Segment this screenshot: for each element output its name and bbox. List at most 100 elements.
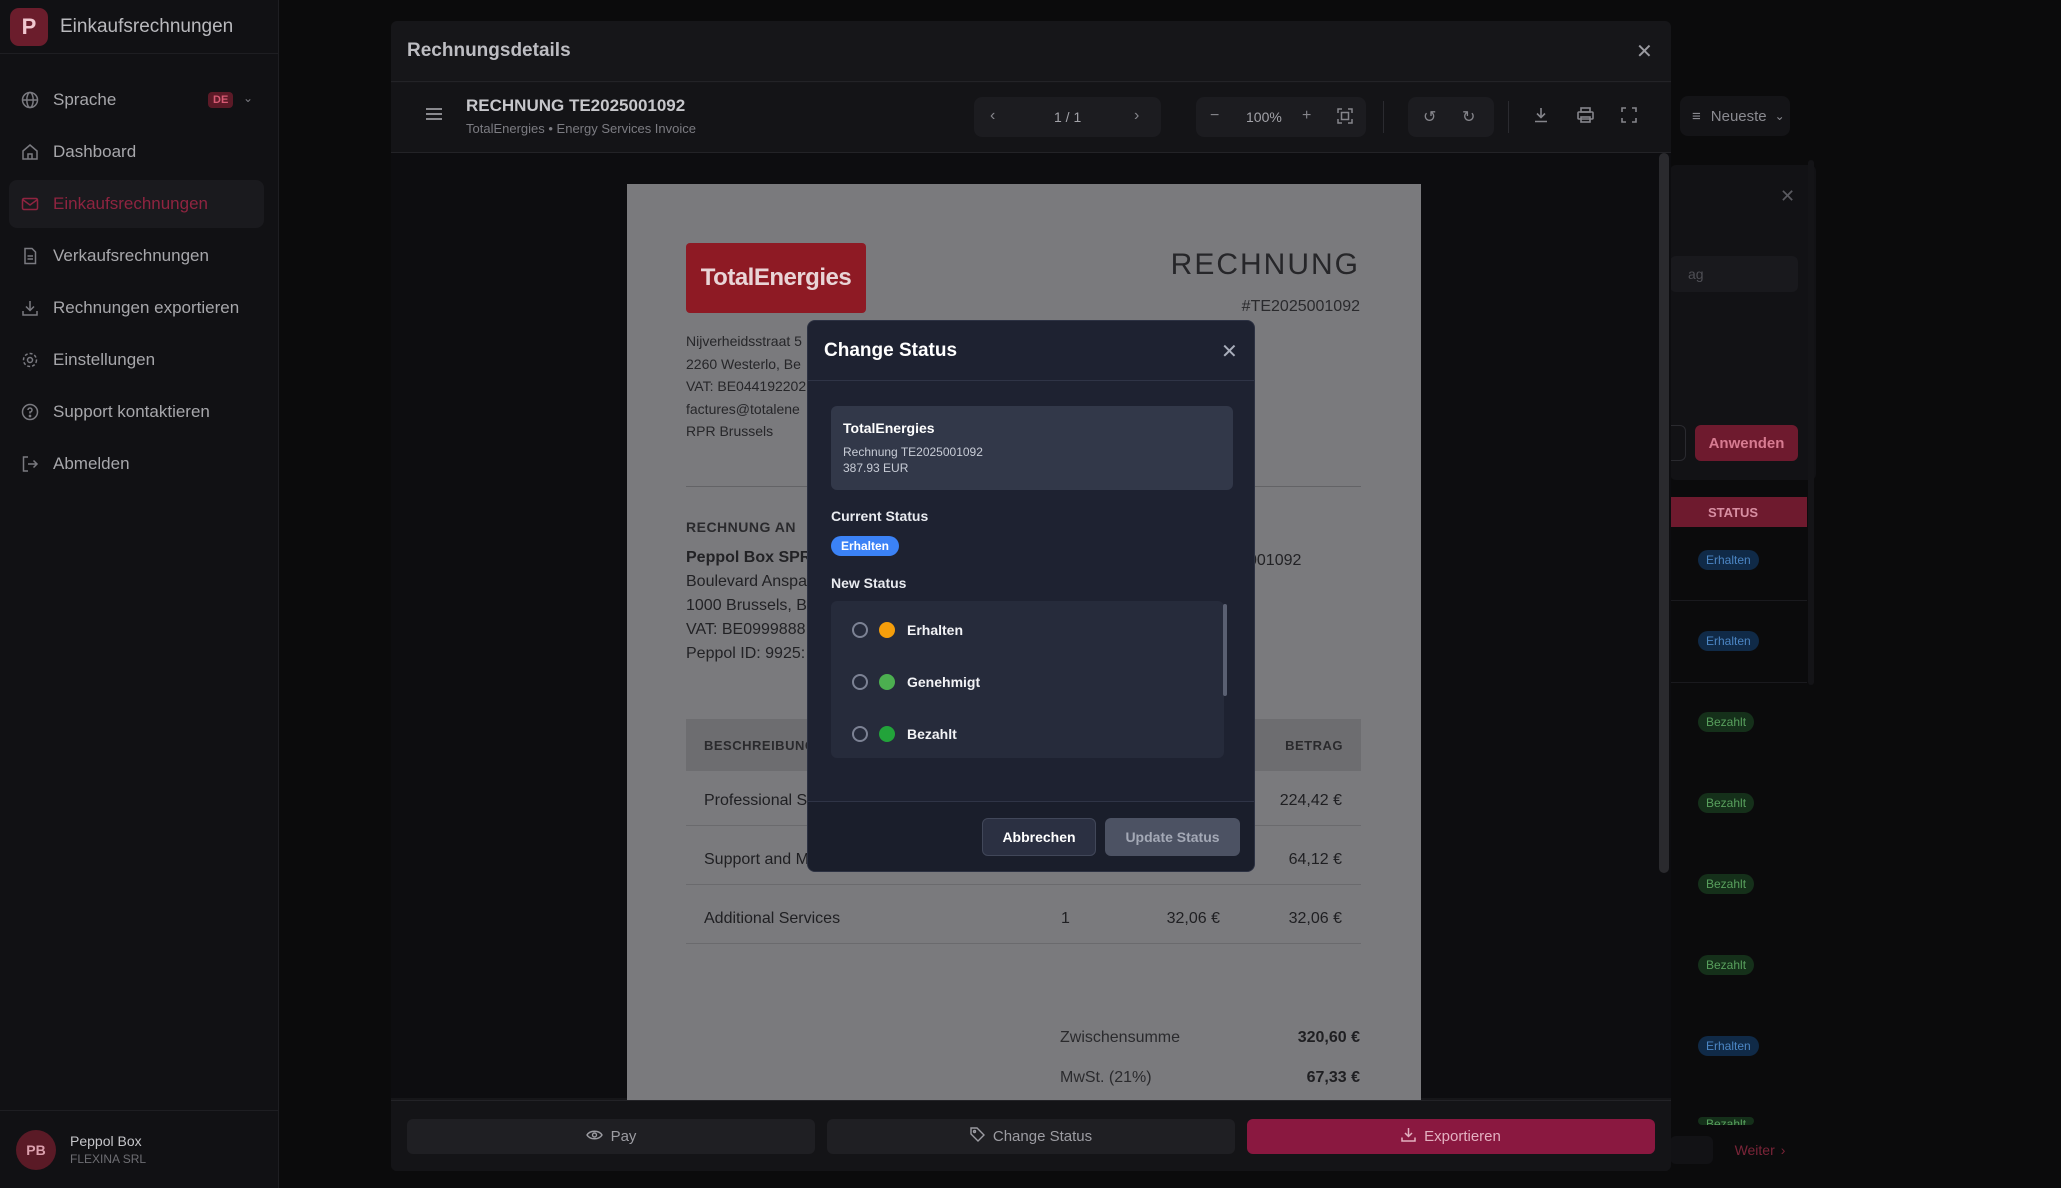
- chevron-right-icon: ›: [1780, 1142, 1786, 1158]
- download-icon: [1401, 1127, 1416, 1146]
- company-logo: TotalEnergies: [686, 243, 866, 313]
- scrollbar[interactable]: [1808, 160, 1814, 685]
- apply-button[interactable]: Anwenden: [1695, 425, 1798, 461]
- status-badge: Bezahlt: [1698, 1117, 1755, 1125]
- sort-icon: ≡: [1692, 107, 1701, 125]
- address-line: Boulevard Anspa: [686, 573, 807, 590]
- sidebar-item-label: Support kontaktieren: [53, 402, 210, 421]
- sort-dropdown[interactable]: ≡ Neueste ⌄: [1680, 96, 1790, 136]
- toolbar-divider: [1383, 101, 1384, 133]
- item-description: Professional S: [704, 792, 808, 809]
- avatar: PB: [16, 1129, 56, 1170]
- update-status-button[interactable]: Update Status: [1105, 818, 1240, 856]
- status-badge: Bezahlt: [1698, 793, 1755, 813]
- zoom-in-icon[interactable]: +: [1302, 107, 1311, 125]
- rotate-left-icon[interactable]: ↺: [1423, 107, 1436, 127]
- address-line: 2260 Westerlo, Be: [686, 355, 801, 372]
- cancel-button[interactable]: Abbrechen: [982, 818, 1096, 856]
- sender-address: Nijverheidsstraat 5 2260 Westerlo, Be VA…: [686, 330, 806, 443]
- sidebar-item-logout[interactable]: Abmelden: [9, 440, 264, 488]
- change-status-button[interactable]: Change Status: [827, 1119, 1235, 1154]
- change-status-label: Change Status: [992, 1128, 1093, 1145]
- status-options: Erhalten Genehmigt Bezahlt: [831, 601, 1224, 758]
- download-icon[interactable]: [1533, 107, 1549, 128]
- filter-input[interactable]: ag: [1670, 256, 1798, 292]
- status-column-header: STATUS: [1670, 497, 1807, 527]
- zoom-out-icon[interactable]: −: [1210, 107, 1219, 125]
- invoice-supplier: TotalEnergies: [843, 420, 935, 436]
- sidebar-item-label: Sprache: [53, 90, 117, 109]
- item-amount: 64,12 €: [1288, 851, 1342, 868]
- user-info: Peppol Box FLEXINA SRL: [56, 1133, 146, 1166]
- sidebar-item-support[interactable]: Support kontaktieren: [9, 388, 264, 436]
- status-badge: Erhalten: [1698, 631, 1759, 651]
- user-name: Peppol Box: [70, 1133, 142, 1149]
- eye-icon: [585, 1128, 603, 1145]
- column-header: BESCHREIBUNG: [704, 738, 816, 753]
- dialog-title: Change Status: [824, 339, 958, 361]
- page-indicator: 1 / 1: [1054, 109, 1082, 125]
- close-icon[interactable]: ✕: [1780, 186, 1795, 207]
- close-icon[interactable]: ✕: [1221, 339, 1238, 364]
- radio-button[interactable]: [852, 674, 868, 690]
- next-label: Weiter: [1734, 1142, 1775, 1158]
- status-dot-icon: [879, 622, 895, 638]
- address-line: Peppol ID: 9925:: [686, 645, 806, 662]
- zoom-level: 100%: [1246, 109, 1282, 125]
- brand: P Einkaufsrechnungen: [0, 0, 278, 54]
- fit-page-icon[interactable]: [1337, 108, 1353, 129]
- app-title: Einkaufsrechnungen: [60, 15, 234, 37]
- chevron-right-icon[interactable]: ›: [1134, 107, 1139, 125]
- sidebar-item-einkaufsrechnungen[interactable]: Einkaufsrechnungen: [9, 180, 264, 228]
- sidebar-item-dashboard[interactable]: Dashboard: [9, 128, 264, 176]
- export-button[interactable]: Exportieren: [1247, 1119, 1655, 1154]
- page-navigation: ‹ 1 / 1 ›: [974, 97, 1161, 137]
- sidebar-item-export[interactable]: Rechnungen exportieren: [9, 284, 264, 332]
- user-org: FLEXINA SRL: [70, 1152, 147, 1166]
- subtotal-value: 320,60 €: [1297, 1029, 1360, 1046]
- item-price: 32,06 €: [1166, 910, 1220, 927]
- radio-button[interactable]: [852, 726, 868, 742]
- status-option-erhalten[interactable]: Erhalten: [831, 604, 1224, 656]
- chevron-down-icon: ⌄: [1774, 109, 1785, 123]
- address-line: Nijverheidsstraat 5: [686, 333, 802, 349]
- print-icon[interactable]: [1577, 107, 1594, 128]
- reset-button[interactable]: [1670, 425, 1686, 461]
- current-status-label: Current Status: [831, 508, 929, 524]
- close-icon[interactable]: ✕: [1636, 39, 1653, 64]
- item-quantity: 1: [1061, 910, 1070, 927]
- toolbar-divider: [1508, 101, 1509, 133]
- viewer-scrollbar[interactable]: [1659, 153, 1669, 873]
- sidebar-item-settings[interactable]: Einstellungen: [9, 336, 264, 384]
- invoice-heading: RECHNUNG: [1170, 248, 1360, 281]
- export-label: Exportieren: [1424, 1128, 1501, 1145]
- pagination-page[interactable]: [1670, 1136, 1713, 1164]
- vat-value: 67,33 €: [1306, 1069, 1360, 1086]
- pdf-toolbar: RECHNUNG TE2025001092 TotalEnergies • En…: [391, 83, 1671, 153]
- options-scrollbar[interactable]: [1223, 604, 1227, 696]
- radio-button[interactable]: [852, 622, 868, 638]
- fullscreen-icon[interactable]: [1621, 107, 1637, 128]
- user-profile[interactable]: PB Peppol Box FLEXINA SRL: [0, 1110, 279, 1188]
- sort-label: Neueste: [1710, 107, 1767, 125]
- status-badge: Erhalten: [1698, 550, 1759, 570]
- dialog-footer: Abbrechen Update Status: [808, 801, 1254, 871]
- menu-icon[interactable]: [425, 107, 443, 126]
- logout-icon: [21, 455, 39, 473]
- action-bar: Pay Change Status Exportieren: [391, 1100, 1671, 1171]
- tag-icon: [970, 1127, 985, 1146]
- status-option-genehmigt[interactable]: Genehmigt: [831, 656, 1224, 708]
- status-option-bezahlt[interactable]: Bezahlt: [831, 708, 1224, 758]
- sidebar-item-label: Verkaufsrechnungen: [53, 246, 209, 265]
- item-description: Additional Services: [704, 910, 841, 927]
- sidebar-item-label: Einstellungen: [53, 350, 156, 369]
- sidebar-item-label: Abmelden: [53, 454, 130, 473]
- sidebar-item-verkaufsrechnungen[interactable]: Verkaufsrechnungen: [9, 232, 264, 280]
- sidebar-item-language[interactable]: Sprache DE ⌄: [9, 76, 264, 124]
- pay-button[interactable]: Pay: [407, 1119, 815, 1154]
- next-page-button[interactable]: Weiter ›: [1720, 1136, 1800, 1164]
- vat-label: MwSt. (21%): [1060, 1069, 1152, 1086]
- rotate-right-icon[interactable]: ↻: [1462, 107, 1475, 127]
- status-dot-icon: [879, 674, 895, 690]
- chevron-left-icon[interactable]: ‹: [990, 107, 995, 125]
